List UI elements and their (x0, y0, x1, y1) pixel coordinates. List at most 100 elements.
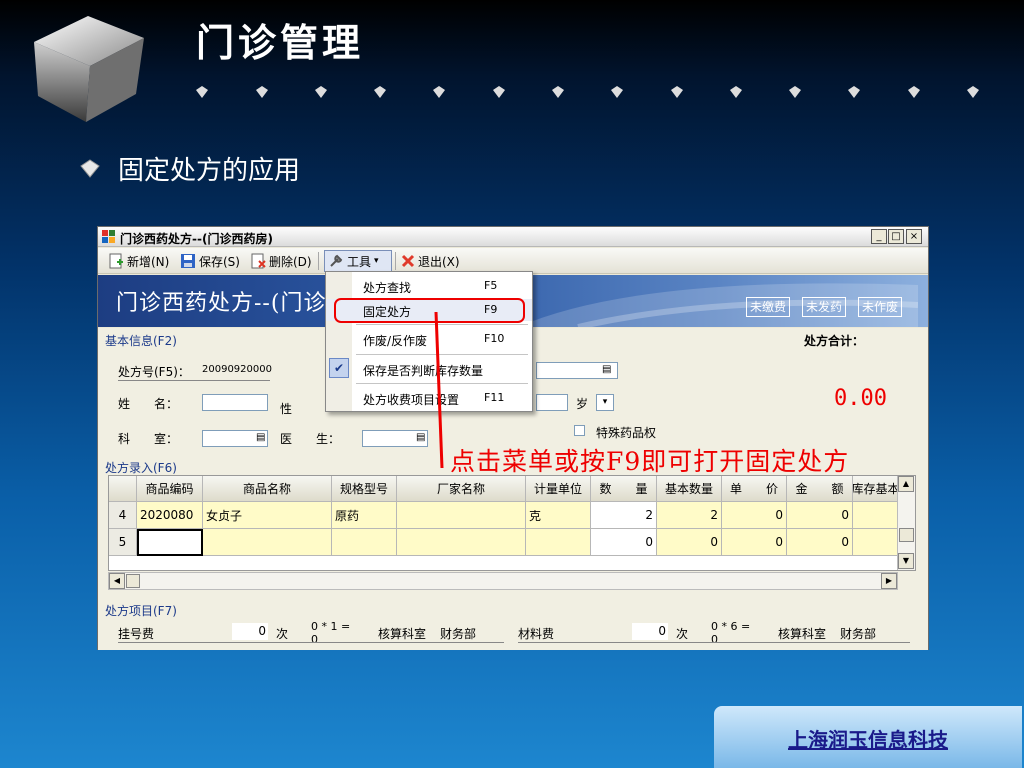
grid-cell[interactable]: 女贞子 (203, 502, 332, 529)
age-unit-dropdown[interactable]: ▾ (596, 394, 614, 411)
basic-info-section-label: 基本信息(F2) (105, 334, 177, 348)
rx-entry-section-label: 处方录入(F6) (105, 461, 177, 475)
special-drug-checkbox[interactable] (574, 425, 585, 436)
total-amount: 0.00 (834, 386, 887, 411)
annotation-pointer-line (434, 311, 444, 469)
grid-header-cell[interactable]: 商品名称 (203, 476, 332, 502)
save-button[interactable]: 保存(S) (180, 252, 240, 270)
minimize-button[interactable]: _ (871, 229, 887, 244)
grid-header-cell[interactable]: 库存基本 (853, 476, 899, 502)
menu-item-fee-settings[interactable]: 处方收费项目设置 F11 (326, 387, 532, 409)
hscroll-thumb[interactable] (126, 574, 140, 588)
reg-fee-underline (118, 642, 504, 643)
grid-cell[interactable]: 0 (722, 502, 787, 529)
wrench-icon (330, 254, 343, 267)
material-formula: 0 * 6 = (711, 620, 751, 633)
grid-cell[interactable] (397, 529, 526, 556)
status-unpaid-badge: 未缴费 (746, 297, 791, 317)
diamond-icon (433, 86, 445, 98)
exit-x-icon (401, 254, 415, 268)
new-button[interactable]: 新增(N) (108, 252, 169, 270)
grid-cell[interactable]: 0 (787, 529, 853, 556)
grid-header-cell[interactable]: 基本数量 (657, 476, 722, 502)
grid-header-cell[interactable]: 厂家名称 (397, 476, 526, 502)
grid-cell[interactable] (397, 502, 526, 529)
age-input[interactable] (536, 394, 568, 411)
new-button-label: 新增(N) (127, 254, 170, 269)
grid-cell[interactable] (853, 502, 899, 529)
maximize-button[interactable]: □ (888, 229, 904, 244)
delete-button[interactable]: 删除(D) (250, 252, 312, 270)
scroll-thumb[interactable] (899, 528, 914, 542)
menu-item-shortcut: F11 (484, 391, 505, 404)
tools-dropdown-menu: 处方查找 F5 固定处方 F9 作废/反作废 F10 ✔ 保存是否判断库存数量 … (325, 271, 533, 412)
close-button[interactable]: × (906, 229, 922, 244)
grid-header-cell[interactable]: 单 价 (722, 476, 787, 502)
exit-button-label: 退出(X) (418, 254, 460, 269)
grid-cell[interactable]: 0 (722, 529, 787, 556)
diamond-icon (374, 86, 386, 98)
grid-cell[interactable]: 0 (657, 529, 722, 556)
grid-cell[interactable]: 2020080 (137, 502, 203, 529)
menu-item-check-stock[interactable]: ✔ 保存是否判断库存数量 (326, 358, 532, 380)
save-disk-icon (181, 254, 195, 268)
table-row[interactable]: 5 0 0 0 0 (109, 529, 915, 556)
grid-cell[interactable]: 0 (591, 529, 657, 556)
vertical-scrollbar[interactable]: ▲ ▼ (897, 476, 915, 570)
menu-item-rx-search[interactable]: 处方查找 F5 (326, 275, 532, 297)
reg-fee-input[interactable]: 0 (232, 623, 268, 640)
scroll-right-icon[interactable]: ▶ (881, 573, 897, 589)
delete-document-icon (251, 253, 266, 269)
grid-header-cell[interactable]: 规格型号 (332, 476, 397, 502)
menu-item-void[interactable]: 作废/反作废 F10 (326, 328, 532, 350)
scroll-left-icon[interactable]: ◀ (109, 573, 125, 589)
new-document-icon (109, 253, 123, 269)
grid-cell[interactable]: 克 (526, 502, 591, 529)
grid-cell[interactable] (526, 529, 591, 556)
exit-button[interactable]: 退出(X) (401, 252, 460, 270)
audit-dept-label-2: 核算科室 (778, 627, 827, 641)
app-icon (102, 230, 115, 243)
grid-header-cell[interactable]: 商品编码 (137, 476, 203, 502)
slide-title: 门诊管理 (196, 21, 365, 65)
grid-header-cell[interactable]: 数 量 (591, 476, 657, 502)
diamond-icon (493, 86, 505, 98)
active-grid-cell[interactable] (137, 529, 203, 556)
material-fee-input[interactable]: 0 (632, 623, 668, 640)
horizontal-scrollbar[interactable]: ◀ ▶ (108, 572, 898, 590)
company-footer-badge: 上海润玉信息科技 (714, 706, 1022, 768)
grid-cell[interactable]: 原药 (332, 502, 397, 529)
diamond-icon (196, 86, 208, 98)
material-fee-label: 材料费 (518, 627, 555, 641)
calendar-icon[interactable]: ▤ (602, 364, 611, 375)
delete-button-label: 删除(D) (269, 254, 312, 269)
menu-item-shortcut: F5 (484, 279, 498, 292)
table-row[interactable]: 4 2020080 女贞子 原药 克 2 2 0 0 (109, 502, 915, 529)
grid-cell[interactable] (332, 529, 397, 556)
doctor-lookup-icon[interactable]: ▤ (416, 432, 425, 443)
rx-no-underline (118, 380, 270, 381)
diamond-icon (908, 86, 920, 98)
window-titlebar[interactable]: 门诊西药处方--(门诊西药房) _ □ × (98, 227, 928, 247)
grid-cell[interactable] (203, 529, 332, 556)
grid-cell[interactable] (853, 529, 899, 556)
grid-cell[interactable]: 2 (591, 502, 657, 529)
tools-menu-button[interactable]: 工具 ▾ (324, 250, 392, 272)
reg-fee-label: 挂号费 (118, 627, 155, 641)
grid-cell[interactable]: 2 (657, 502, 722, 529)
rx-no-value: 20090920000 (202, 364, 272, 375)
grid-header-cell[interactable]: 计量单位 (526, 476, 591, 502)
form-banner-title: 门诊西药处方--(门诊 (116, 291, 327, 316)
scroll-down-icon[interactable]: ▼ (898, 553, 914, 569)
grid-header-cell[interactable]: 金 额 (787, 476, 853, 502)
diamond-icon (315, 86, 327, 98)
scroll-up-icon[interactable]: ▲ (898, 476, 914, 492)
diamond-icon (611, 86, 623, 98)
name-input[interactable] (202, 394, 268, 411)
reg-formula-result: 0 (311, 633, 318, 646)
diamond-icon (789, 86, 801, 98)
dept-lookup-icon[interactable]: ▤ (256, 432, 265, 443)
row-number-cell: 5 (109, 529, 137, 556)
grid-cell[interactable]: 0 (787, 502, 853, 529)
reg-formula: 0 * 1 = (311, 620, 351, 633)
